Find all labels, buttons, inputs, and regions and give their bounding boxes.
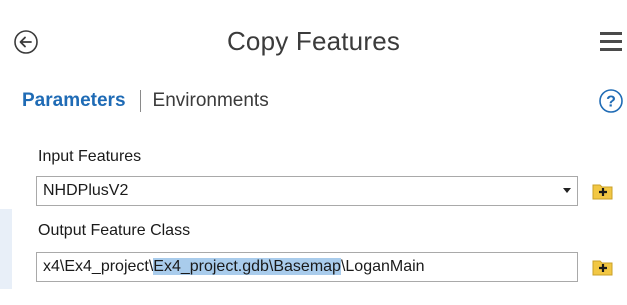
geoprocessing-pane: Copy Features Parameters Environments ? … bbox=[0, 0, 627, 305]
chevron-down-icon[interactable] bbox=[563, 188, 571, 193]
output-feature-class-field[interactable]: x4\Ex4_project\Ex4_project.gdb\Basemap\L… bbox=[36, 252, 578, 282]
input-features-label: Input Features bbox=[38, 148, 142, 165]
help-button[interactable]: ? bbox=[598, 88, 624, 114]
add-data-folder-icon bbox=[592, 184, 613, 200]
pane-header: Copy Features bbox=[0, 0, 627, 80]
input-features-browse-button[interactable] bbox=[590, 177, 616, 203]
tab-environments[interactable]: Environments bbox=[153, 90, 269, 112]
output-path-selected: Ex4_project.gdb\Basemap bbox=[153, 258, 341, 275]
tab-parameters[interactable]: Parameters bbox=[22, 90, 126, 112]
menu-button[interactable] bbox=[598, 30, 624, 54]
add-data-folder-icon bbox=[592, 260, 613, 276]
active-row-indicator bbox=[0, 209, 12, 289]
output-feature-class-label: Output Feature Class bbox=[38, 222, 191, 239]
output-feature-class-browse-button[interactable] bbox=[590, 253, 616, 279]
help-icon: ? bbox=[599, 89, 623, 113]
output-path-suffix: \LoganMain bbox=[340, 258, 425, 275]
svg-text:?: ? bbox=[606, 94, 616, 111]
input-features-dropdown[interactable]: NHDPlusV2 bbox=[36, 176, 578, 206]
output-path-prefix: x4\Ex4_project\ bbox=[43, 258, 154, 275]
input-features-value: NHDPlusV2 bbox=[43, 182, 129, 199]
pane-tabs: Parameters Environments bbox=[22, 90, 269, 112]
tool-title: Copy Features bbox=[226, 26, 401, 56]
tab-divider bbox=[139, 90, 141, 112]
